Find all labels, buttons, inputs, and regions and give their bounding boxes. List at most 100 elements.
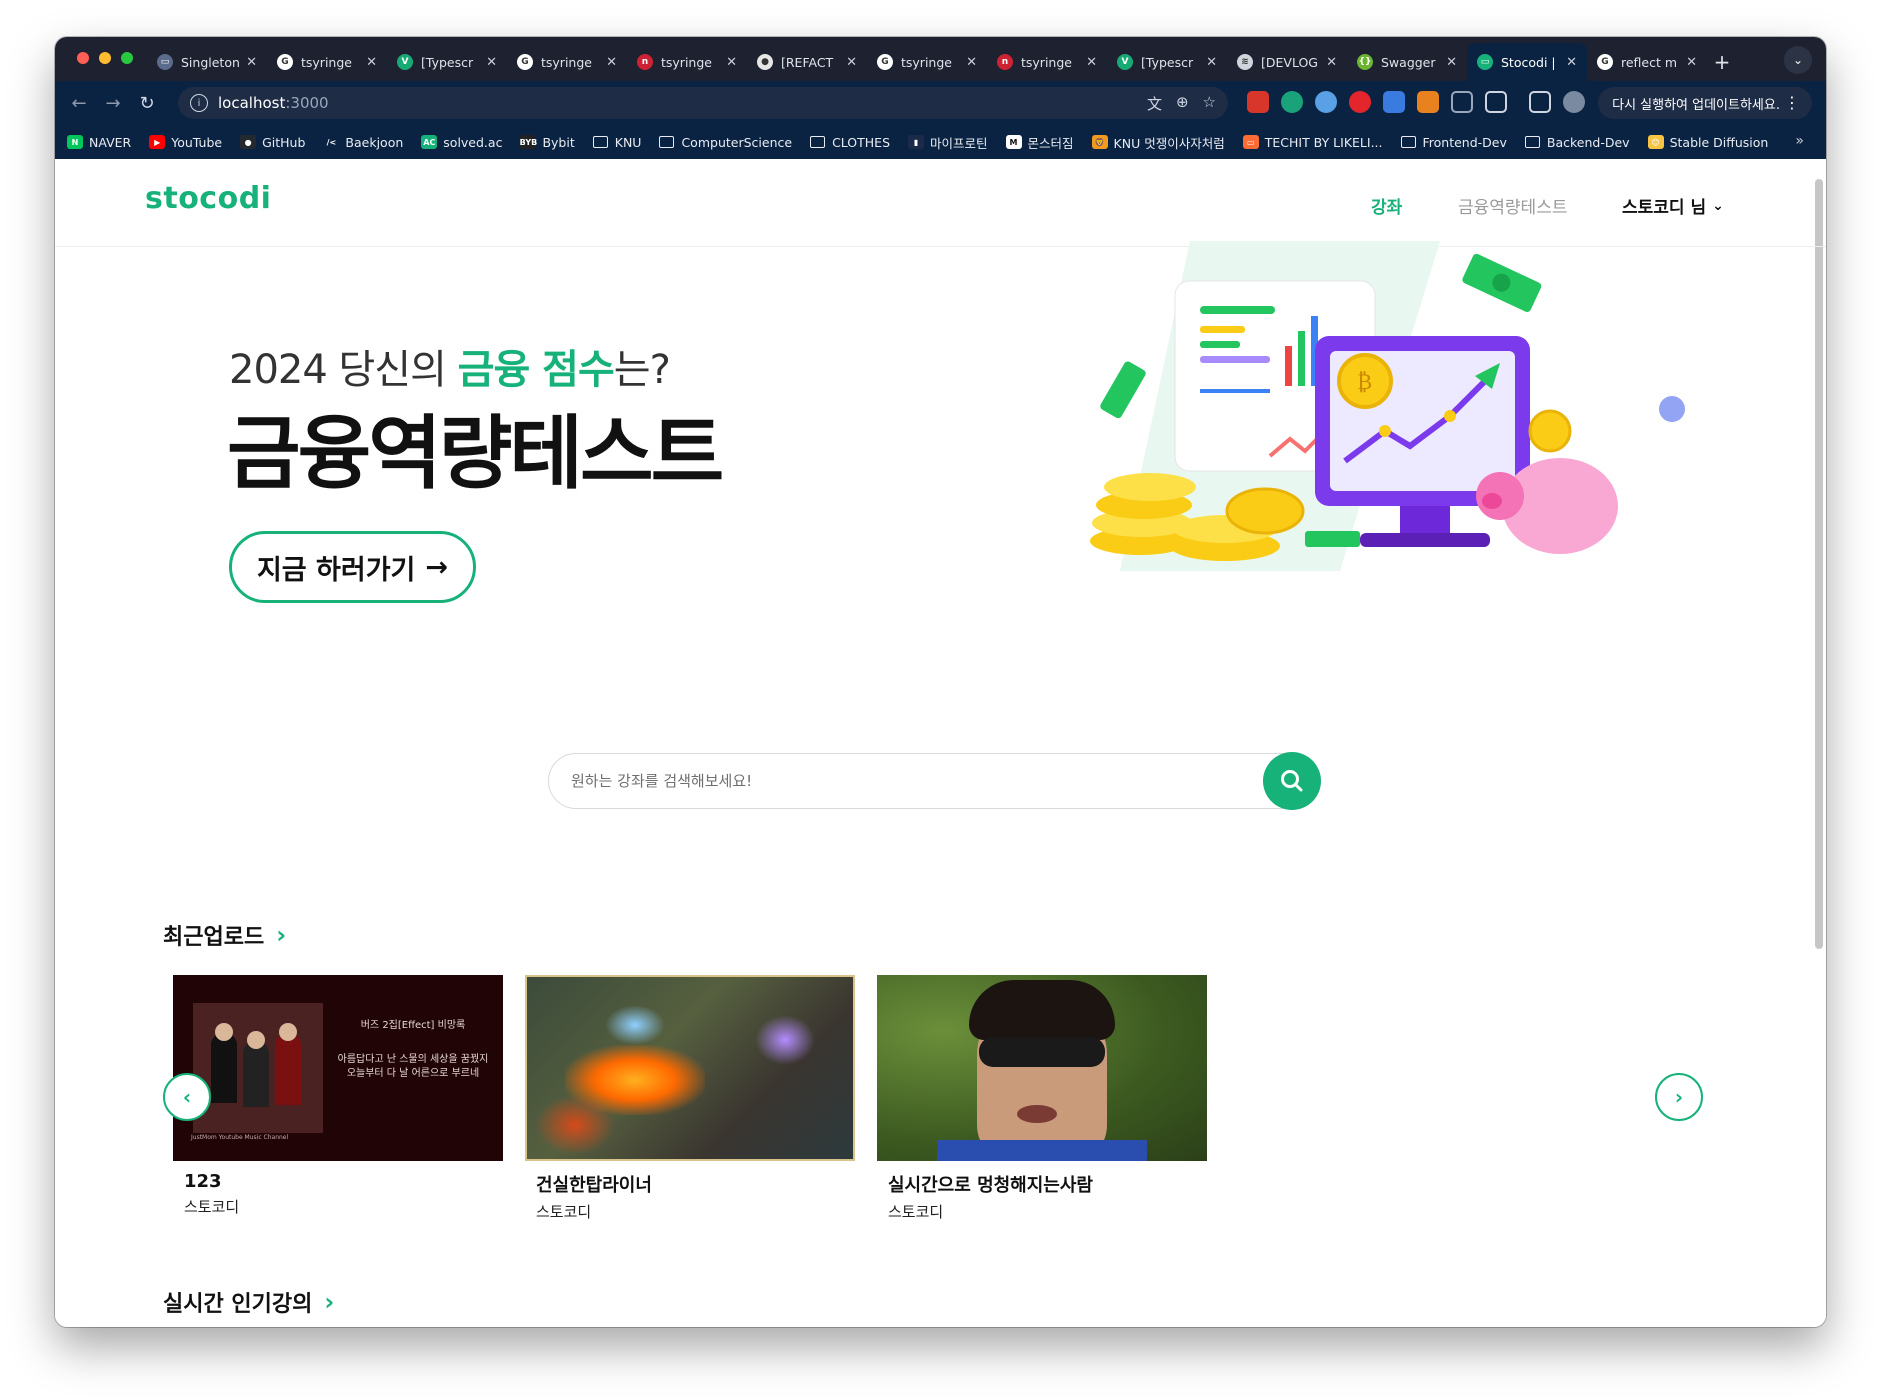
bookmark-item[interactable]: Frontend-Dev (1400, 135, 1507, 150)
page-scrollbar[interactable] (1815, 179, 1823, 949)
browser-tab[interactable]: Gtsyringe ✕ (267, 43, 387, 81)
maximize-window-button[interactable] (121, 52, 133, 64)
tab-search-button[interactable]: ⌄ (1784, 46, 1812, 74)
close-tab-icon[interactable]: ✕ (1686, 55, 1697, 70)
translate-icon[interactable]: 文 (1147, 93, 1162, 114)
tab-title: tsyringe (1021, 54, 1072, 70)
bookmark-item[interactable]: AC solved.ac (421, 135, 502, 150)
close-tab-icon[interactable]: ✕ (1326, 55, 1337, 70)
extension-icon[interactable] (1349, 91, 1371, 113)
bookmark-item[interactable]: 🦁 KNU 멋쟁이사자처럼 (1091, 133, 1225, 152)
bookmark-item[interactable]: N NAVER (67, 135, 131, 150)
puzzle-icon[interactable] (1485, 91, 1507, 113)
search-button[interactable] (1263, 752, 1321, 810)
browser-tab[interactable]: ▭ Stocodi | ✕ (1467, 43, 1587, 81)
new-tab-button[interactable]: + (1707, 43, 1737, 81)
carousel-prev-button[interactable]: ‹ (163, 1073, 211, 1121)
close-tab-icon[interactable]: ✕ (846, 55, 857, 70)
bookmark-label: CLOTHES (832, 134, 891, 150)
bookmark-item[interactable]: KNU (592, 135, 641, 150)
tab-favicon-icon: n (997, 54, 1013, 70)
bookmark-item[interactable]: /< Baekjoon (323, 135, 403, 150)
start-test-button[interactable]: 지금 하러가기 → (229, 531, 476, 603)
bookmark-item[interactable]: M 몬스터짐 (1005, 133, 1074, 152)
close-tab-icon[interactable]: ✕ (366, 55, 377, 70)
tab-favicon-icon: ● (757, 54, 773, 70)
bookmark-favicon-icon: 😊 (1647, 135, 1664, 149)
profile-avatar[interactable] (1563, 91, 1585, 113)
back-icon[interactable]: ← (67, 91, 91, 115)
close-tab-icon[interactable]: ✕ (606, 55, 617, 70)
tab-title: tsyringe (661, 54, 712, 70)
popular-courses-link[interactable]: 실시간 인기강의 › (163, 1286, 334, 1318)
url-port: :3000 (285, 94, 329, 112)
browser-tab[interactable]: Gtsyringe ✕ (867, 43, 987, 81)
browser-tab[interactable]: ▭ Singleton ✕ (147, 43, 267, 81)
svg-text:₿: ₿ (1357, 370, 1372, 395)
course-card[interactable]: 건실한탑라이너 스토코디 (525, 975, 855, 1222)
course-card[interactable]: 버즈 2집[Effect] 비망록 아름답다고 난 스물의 세상을 꿈꿨지 오늘… (173, 975, 503, 1217)
browser-tab[interactable]: V [Typescr ✕ (1107, 43, 1227, 81)
search-input[interactable] (571, 768, 1211, 794)
more-bookmarks-icon[interactable]: » (1795, 133, 1804, 149)
bookmark-item[interactable]: ComputerScience (659, 135, 792, 150)
close-window-button[interactable] (77, 52, 89, 64)
update-button[interactable]: 다시 실행하여 업데이트하세요. ⋮ (1598, 87, 1812, 119)
browser-tab[interactable]: Greflect m ✕ (1587, 43, 1707, 81)
bookmark-favicon-icon: M (1005, 135, 1022, 149)
browser-tab[interactable]: ● [REFACT ✕ (747, 43, 867, 81)
close-tab-icon[interactable]: ✕ (726, 55, 737, 70)
thumbnail-credit: JustMom Youtube Music Channel (191, 1134, 289, 1141)
metamask-icon[interactable] (1417, 91, 1439, 113)
browser-tab[interactable]: Gtsyringe ✕ (507, 43, 627, 81)
extension-icon[interactable] (1247, 91, 1269, 113)
chevron-left-icon: ‹ (182, 1085, 192, 1109)
bookmark-item[interactable]: ● GitHub (240, 135, 305, 150)
browser-tab[interactable]: n tsyringe ✕ (627, 43, 747, 81)
bookmark-item[interactable]: ▮ 마이프로틴 (908, 133, 988, 152)
bookmark-star-icon[interactable]: ☆ (1203, 93, 1216, 114)
zoom-icon[interactable]: ⊕ (1176, 93, 1189, 114)
close-tab-icon[interactable]: ✕ (1566, 55, 1577, 70)
bookmark-favicon-icon: 🦁 (1091, 135, 1108, 149)
extension-icon[interactable] (1315, 91, 1337, 113)
course-card[interactable]: 실시간으로 멍청해지는사람 스토코디 (877, 975, 1207, 1222)
side-panel-icon[interactable] (1529, 91, 1551, 113)
bookmark-item[interactable]: 😊 Stable Diffusion (1647, 135, 1768, 150)
course-author: 스토코디 (888, 1203, 944, 1221)
nav-course[interactable]: 강좌 (1371, 193, 1402, 218)
bookmark-item[interactable]: CLOTHES (810, 135, 890, 150)
bookmark-item[interactable]: BYB Bybit (520, 135, 575, 150)
tab-title: Swagger (1381, 54, 1436, 70)
close-tab-icon[interactable]: ✕ (966, 55, 977, 70)
site-info-icon[interactable]: i (190, 94, 208, 112)
browser-tab[interactable]: ≋ [DEVLOG ✕ (1227, 43, 1347, 81)
forward-icon[interactable]: → (101, 91, 125, 115)
close-tab-icon[interactable]: ✕ (246, 55, 257, 70)
user-menu[interactable]: 스토코디 님 ⌄ (1622, 193, 1724, 219)
bookmark-item[interactable]: Backend-Dev (1524, 135, 1630, 150)
browser-tab[interactable]: {} Swagger ✕ (1347, 43, 1467, 81)
browser-tab[interactable]: V [Typescr ✕ (387, 43, 507, 81)
bookmark-item[interactable]: ▭ TECHIT BY LIKELI... (1242, 135, 1383, 150)
close-tab-icon[interactable]: ✕ (486, 55, 497, 70)
folder-icon (1400, 136, 1416, 148)
nav-finance-test[interactable]: 금융역량테스트 (1458, 193, 1567, 218)
kebab-menu-icon[interactable]: ⋮ (1784, 93, 1800, 112)
bookmark-item[interactable]: ▶ YouTube (149, 135, 222, 150)
browser-tab[interactable]: n tsyringe ✕ (987, 43, 1107, 81)
close-tab-icon[interactable]: ✕ (1206, 55, 1217, 70)
extension-icon[interactable] (1451, 91, 1473, 113)
recent-uploads-link[interactable]: 최근업로드 › (163, 919, 286, 951)
reload-icon[interactable]: ↻ (135, 91, 159, 115)
minimize-window-button[interactable] (99, 52, 111, 64)
site-logo[interactable]: stocodi (145, 181, 271, 216)
address-bar[interactable]: i localhost:3000 文 ⊕ ☆ (178, 87, 1228, 119)
close-tab-icon[interactable]: ✕ (1086, 55, 1097, 70)
extension-icon[interactable] (1281, 91, 1303, 113)
extension-icon[interactable] (1383, 91, 1405, 113)
start-test-label: 지금 하러가기 (256, 554, 416, 586)
tab-title: [Typescr (1141, 54, 1194, 70)
close-tab-icon[interactable]: ✕ (1446, 55, 1457, 70)
carousel-next-button[interactable]: › (1655, 1073, 1703, 1121)
